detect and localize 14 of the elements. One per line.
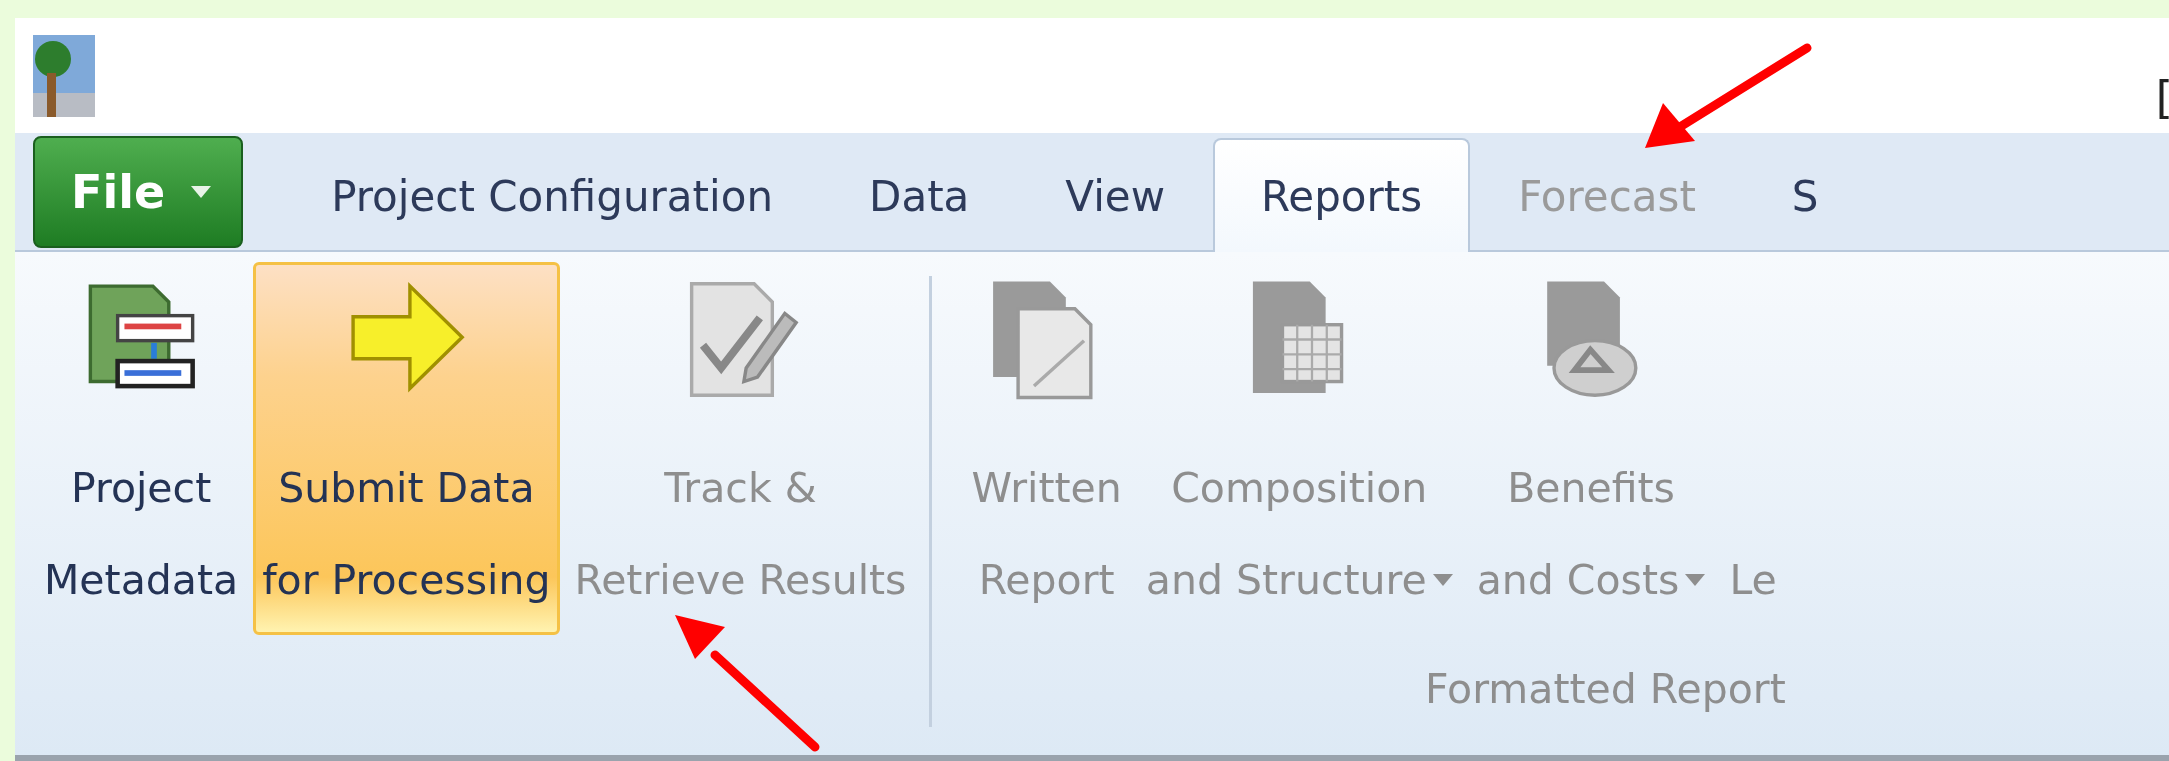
ribbon-tab[interactable]: View [1017,140,1213,250]
ribbon-tab[interactable]: S [1743,140,1867,250]
app-logo-icon [33,34,95,117]
ribbon-button[interactable]: Submit Data for Processing [253,262,560,635]
dropdown-caret-icon [1685,574,1706,586]
window-title: [ [2155,72,2169,125]
dropdown-caret-icon [1432,574,1453,586]
ribbon-tab[interactable]: Project Configuration [283,140,822,250]
ribbon-tab[interactable]: Data [821,140,1018,250]
file-menu-button[interactable]: File [33,136,244,248]
ribbon-button[interactable]: Project Metadata [35,262,248,635]
caret-icon [191,186,212,198]
group-label: Formatted Report [1425,665,1786,713]
ribbon-tab[interactable]: Reports [1213,138,1471,252]
